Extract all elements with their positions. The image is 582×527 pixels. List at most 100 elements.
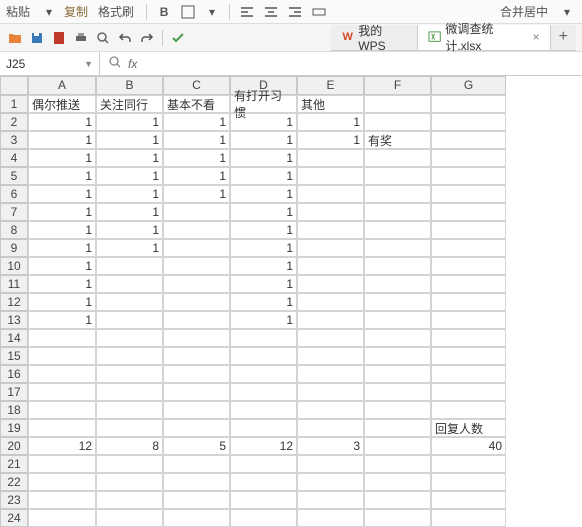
row-header[interactable]: 21 [0,455,28,473]
row-header[interactable]: 23 [0,491,28,509]
cell[interactable] [96,311,163,329]
paste-label[interactable]: 粘贴 [6,3,30,20]
cell[interactable] [230,419,297,437]
cell[interactable]: 1 [230,167,297,185]
cell[interactable] [364,473,431,491]
cell[interactable] [230,473,297,491]
cell[interactable] [96,383,163,401]
cell[interactable]: 1 [96,131,163,149]
row-header[interactable]: 20 [0,437,28,455]
row-header[interactable]: 24 [0,509,28,527]
tab-spreadsheet[interactable]: 微调查统计.xlsx × [418,25,551,50]
cell[interactable] [163,383,230,401]
border-icon[interactable] [179,3,197,21]
cell[interactable]: 1 [28,311,96,329]
row-header[interactable]: 18 [0,401,28,419]
cell[interactable]: 基本不看 [163,95,230,113]
cell[interactable]: 1 [230,311,297,329]
format-painter-label[interactable]: 格式刷 [98,3,134,20]
cell[interactable] [364,221,431,239]
cell[interactable] [163,221,230,239]
cell[interactable]: 回复人数 [431,419,506,437]
row-header[interactable]: 1 [0,95,28,113]
cell[interactable]: 1 [96,221,163,239]
cell[interactable] [364,275,431,293]
cell[interactable]: 3 [297,437,364,455]
cell[interactable]: 1 [28,257,96,275]
row-header[interactable]: 9 [0,239,28,257]
print-icon[interactable] [72,29,90,47]
cell[interactable]: 1 [28,275,96,293]
cell[interactable]: 偶尔推送 [28,95,96,113]
cell[interactable]: 1 [297,113,364,131]
cell[interactable] [230,329,297,347]
cell[interactable] [364,257,431,275]
cell[interactable]: 1 [96,167,163,185]
column-header[interactable]: G [431,76,506,95]
align-center-icon[interactable] [262,3,280,21]
cell[interactable] [364,293,431,311]
cell[interactable] [297,347,364,365]
cell[interactable] [297,365,364,383]
cell[interactable]: 1 [163,167,230,185]
cell[interactable] [364,347,431,365]
cell[interactable] [431,455,506,473]
cell[interactable]: 1 [28,167,96,185]
align-left-icon[interactable] [238,3,256,21]
column-header[interactable]: A [28,76,96,95]
cell[interactable] [431,131,506,149]
cell[interactable] [297,293,364,311]
cell[interactable] [364,509,431,527]
cell[interactable] [163,473,230,491]
cell[interactable] [364,437,431,455]
cell[interactable] [431,275,506,293]
paste-dropdown-icon[interactable]: ▾ [40,3,58,21]
row-header[interactable]: 5 [0,167,28,185]
merge-dropdown-icon[interactable]: ▾ [558,3,576,21]
cell[interactable] [431,509,506,527]
row-header[interactable]: 22 [0,473,28,491]
cell[interactable]: 1 [28,113,96,131]
cell[interactable]: 1 [230,293,297,311]
folder-open-icon[interactable] [6,29,24,47]
cell[interactable]: 1 [28,203,96,221]
undo-icon[interactable] [116,29,134,47]
column-header[interactable]: F [364,76,431,95]
row-header[interactable]: 6 [0,185,28,203]
cell[interactable]: 1 [230,203,297,221]
cell[interactable] [431,221,506,239]
cell[interactable] [28,419,96,437]
cell[interactable]: 1 [230,113,297,131]
check-icon[interactable] [169,29,187,47]
cell[interactable] [230,401,297,419]
cell[interactable] [431,185,506,203]
cell[interactable] [28,491,96,509]
print-preview-icon[interactable] [94,29,112,47]
cell[interactable]: 1 [230,221,297,239]
cell[interactable]: 1 [230,275,297,293]
cell[interactable] [28,365,96,383]
cell[interactable] [163,311,230,329]
cell[interactable] [297,257,364,275]
cell[interactable] [230,365,297,383]
cell[interactable] [431,95,506,113]
cell[interactable]: 8 [96,437,163,455]
cell[interactable] [163,239,230,257]
cell[interactable] [163,365,230,383]
cell[interactable] [364,401,431,419]
cell[interactable] [163,275,230,293]
row-header[interactable]: 2 [0,113,28,131]
cell[interactable] [297,167,364,185]
cell[interactable] [28,383,96,401]
select-all-corner[interactable] [0,76,28,95]
add-tab-icon[interactable]: + [551,28,576,46]
cell[interactable] [163,401,230,419]
row-header[interactable]: 11 [0,275,28,293]
bold-icon[interactable]: B [155,3,173,21]
cell[interactable] [364,329,431,347]
cell[interactable]: 1 [96,185,163,203]
cell[interactable] [297,455,364,473]
align-right-icon[interactable] [286,3,304,21]
row-header[interactable]: 15 [0,347,28,365]
cell[interactable]: 1 [28,131,96,149]
